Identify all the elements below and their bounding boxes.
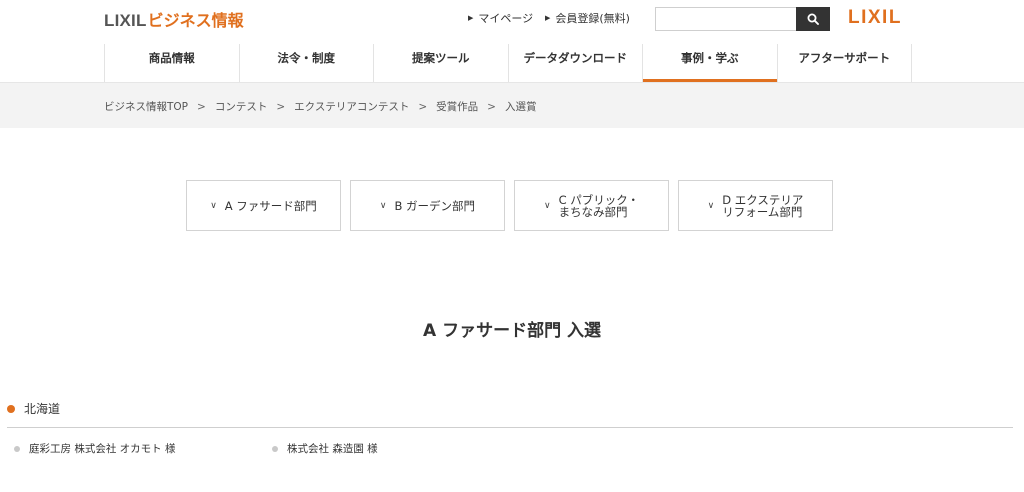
category-tab-facade[interactable]: ∨ A ファサード部門 bbox=[186, 180, 341, 231]
category-tab-label-line-1: D エクステリア bbox=[722, 192, 804, 207]
gnav-item-data-download[interactable]: データダウンロード bbox=[507, 44, 643, 82]
breadcrumb-item-current: 入選賞 bbox=[504, 101, 537, 113]
category-tab-label: B ガーデン部門 bbox=[394, 198, 476, 213]
category-tab-label: D エクステリア リフォーム部門 bbox=[722, 194, 803, 218]
breadcrumb-item-award-works[interactable]: 受賞作品 bbox=[436, 99, 478, 114]
gnav-item-after-support[interactable]: アフターサポート bbox=[776, 44, 912, 82]
chevron-down-icon: ∨ bbox=[707, 200, 715, 211]
site-header: LIXIL ビジネス情報 ▶ マイページ ▶ 会員登録(無料) LIXIL bbox=[0, 0, 1024, 40]
triangle-right-icon: ▶ bbox=[468, 14, 474, 22]
search-icon bbox=[807, 13, 819, 25]
category-tab-reform[interactable]: ∨ D エクステリア リフォーム部門 bbox=[678, 180, 833, 231]
breadcrumb-separator: > bbox=[487, 100, 496, 113]
breadcrumb-item-top[interactable]: ビジネス情報TOP bbox=[104, 99, 188, 114]
breadcrumb-separator: > bbox=[276, 100, 286, 113]
gnav-item-proposal-tools[interactable]: 提案ツール bbox=[373, 44, 508, 82]
gnav-item-cases-learn[interactable]: 事例・学ぶ bbox=[642, 44, 777, 82]
search-input[interactable] bbox=[655, 7, 796, 31]
section-title: A ファサード部門 入選 bbox=[423, 321, 601, 341]
category-tab-public[interactable]: ∨ C パブリック・ まちなみ部門 bbox=[514, 180, 669, 231]
region-divider bbox=[7, 427, 1013, 428]
list-item[interactable]: 株式会社 森造園 様 bbox=[272, 441, 378, 456]
category-tab-label-line-1: C パブリック・ bbox=[558, 192, 640, 207]
gnav-item-laws[interactable]: 法令・制度 bbox=[238, 44, 374, 82]
region-heading: 北海道 bbox=[7, 400, 60, 417]
brand-business-text: ビジネス情報 bbox=[147, 11, 244, 30]
breadcrumb-item-exterior-contest[interactable]: エクステリアコンテスト bbox=[294, 99, 409, 114]
category-tab-label: A ファサード部門 bbox=[224, 198, 317, 213]
category-tab-label-line-2: リフォーム部門 bbox=[722, 204, 803, 219]
breadcrumb-separator: > bbox=[418, 100, 428, 113]
winner-name: 庭彩工房 株式会社 オカモト 様 bbox=[29, 443, 176, 455]
category-tab-label: C パブリック・ まちなみ部門 bbox=[559, 194, 639, 218]
brand-logo-link[interactable]: LIXIL ビジネス情報 bbox=[104, 7, 244, 30]
breadcrumb: ビジネス情報TOP > コンテスト > エクステリアコンテスト > 受賞作品 >… bbox=[104, 99, 536, 114]
breadcrumb-separator: > bbox=[197, 100, 206, 113]
brand-lixil-text: LIXIL bbox=[104, 11, 147, 30]
triangle-right-icon: ▶ bbox=[545, 14, 551, 22]
chevron-down-icon: ∨ bbox=[543, 200, 551, 211]
register-label: 会員登録(無料) bbox=[555, 12, 630, 25]
category-tab-garden[interactable]: ∨ B ガーデン部門 bbox=[350, 180, 505, 231]
bullet-dot-icon bbox=[7, 404, 15, 413]
mypage-link[interactable]: ▶ マイページ bbox=[468, 11, 533, 25]
gnav-item-products[interactable]: 商品情報 bbox=[104, 44, 239, 82]
search-button[interactable] bbox=[796, 7, 830, 31]
lixil-corporate-logo[interactable]: LIXIL bbox=[848, 7, 902, 29]
category-tab-label-line-2: まちなみ部門 bbox=[558, 204, 628, 219]
bullet-dot-icon bbox=[272, 445, 278, 452]
winner-name: 株式会社 森造園 様 bbox=[287, 443, 378, 455]
bullet-dot-icon bbox=[14, 445, 20, 452]
region-name: 北海道 bbox=[24, 402, 61, 416]
chevron-down-icon: ∨ bbox=[210, 200, 217, 211]
list-item[interactable]: 庭彩工房 株式会社 オカモト 様 bbox=[14, 441, 176, 456]
global-nav: 商品情報 法令・制度 提案ツール データダウンロード 事例・学ぶ アフターサポー… bbox=[104, 44, 912, 82]
breadcrumb-item-contest[interactable]: コンテスト bbox=[215, 99, 268, 114]
chevron-down-icon: ∨ bbox=[379, 200, 387, 211]
category-tabs: ∨ A ファサード部門 ∨ B ガーデン部門 ∨ C パブリック・ まちなみ部門… bbox=[186, 180, 833, 231]
mypage-label: マイページ bbox=[478, 12, 534, 25]
register-link[interactable]: ▶ 会員登録(無料) bbox=[545, 11, 630, 25]
breadcrumb-bar: ビジネス情報TOP > コンテスト > エクステリアコンテスト > 受賞作品 >… bbox=[0, 83, 1024, 128]
